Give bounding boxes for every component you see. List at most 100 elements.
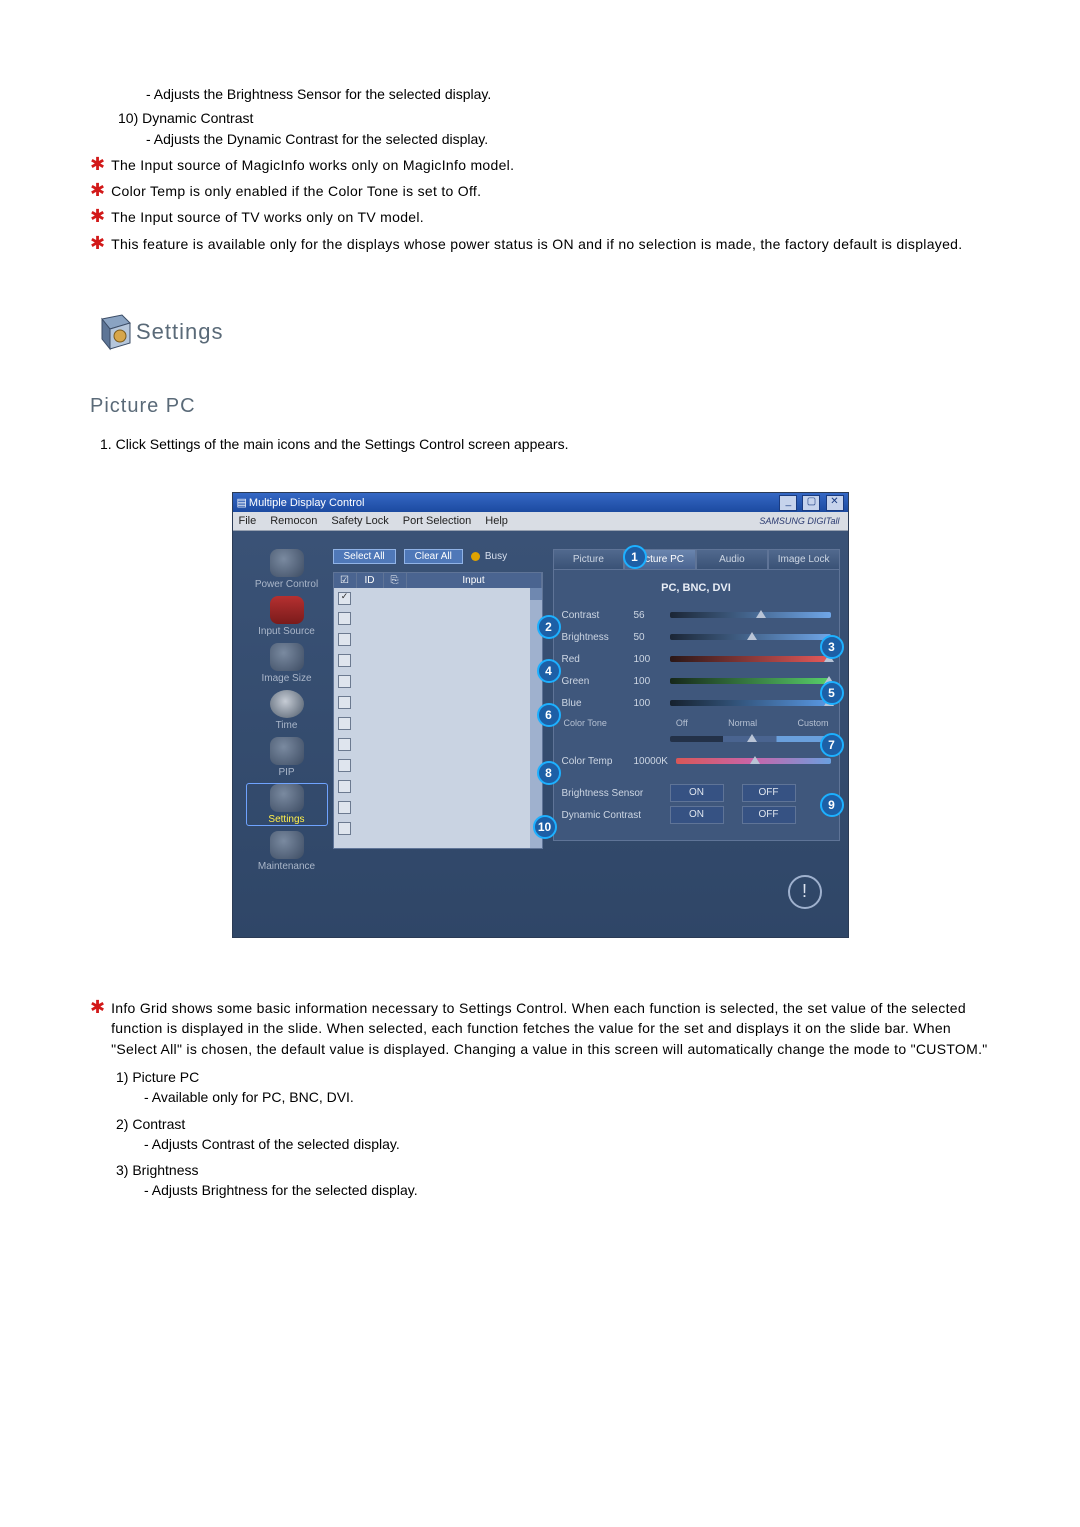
col-input: Input [407, 573, 542, 588]
settings-section-header: Settings [90, 309, 990, 355]
menu-remocon[interactable]: Remocon [270, 515, 317, 527]
brightness-slider[interactable] [670, 634, 831, 640]
sidebar-item-pip[interactable]: PIP [247, 737, 327, 778]
checkbox[interactable] [338, 801, 351, 814]
checkbox[interactable] [338, 717, 351, 730]
checkbox[interactable] [338, 780, 351, 793]
right-pane: Picture Picture PC Audio Image Lock PC, … [543, 549, 840, 919]
brightness-sensor-on[interactable]: ON [670, 784, 724, 802]
callout-8: 8 [537, 761, 561, 785]
app-icon: ▤ [237, 496, 247, 509]
contrast-slider[interactable] [670, 612, 831, 618]
picture-pc-title: Picture PC [90, 395, 990, 418]
maximize-button[interactable]: ▢ [802, 495, 820, 511]
lower-list: 1) Picture PC - Available only for PC, B… [90, 1067, 990, 1201]
picture-pc-panel: PC, BNC, DVI Contrast 56 Brightness 50 R… [553, 569, 840, 841]
clear-all-button[interactable]: Clear All [404, 549, 463, 564]
dynamic-contrast-on[interactable]: ON [670, 806, 724, 824]
settings-cube-icon [90, 309, 136, 355]
info-grid-note: ✱ Info Grid shows some basic information… [90, 998, 990, 1059]
table-row[interactable] [334, 609, 542, 630]
table-row[interactable] [334, 714, 542, 735]
busy-indicator: Busy [471, 551, 507, 562]
red-slider[interactable] [670, 656, 831, 662]
tab-picture[interactable]: Picture [553, 549, 625, 569]
tab-image-lock[interactable]: Image Lock [768, 549, 840, 569]
select-all-button[interactable]: Select All [333, 549, 396, 564]
table-row[interactable] [334, 588, 542, 609]
table-row[interactable] [334, 630, 542, 651]
sidebar-item-maintenance[interactable]: Maintenance [247, 831, 327, 872]
table-row[interactable] [334, 756, 542, 777]
window-buttons: _ ▢ ✕ [777, 495, 843, 511]
table-row[interactable] [334, 798, 542, 819]
panel-header: PC, BNC, DVI [562, 582, 831, 594]
menu-port-selection[interactable]: Port Selection [403, 515, 471, 527]
table-row[interactable] [334, 819, 542, 840]
lower-item-1: 1) Picture PC - Available only for PC, B… [116, 1067, 990, 1108]
sidebar-item-settings[interactable]: Settings [247, 784, 327, 825]
window-title: Multiple Display Control [247, 497, 777, 509]
document-page: - Adjusts the Brightness Sensor for the … [0, 0, 1080, 1267]
checkbox[interactable] [338, 612, 351, 625]
star-icon: ✱ [90, 998, 105, 1016]
star-icon: ✱ [90, 181, 105, 199]
settings-title: Settings [136, 319, 224, 345]
dynamic-contrast-off[interactable]: OFF [742, 806, 796, 824]
row-brightness-sensor: Brightness Sensor ON OFF [562, 782, 831, 804]
table-row[interactable] [334, 672, 542, 693]
sidebar-item-input[interactable]: Input Source [247, 596, 327, 637]
image-size-icon [270, 643, 304, 671]
checkbox[interactable] [338, 696, 351, 709]
power-icon [270, 549, 304, 577]
table-row[interactable] [334, 735, 542, 756]
grid-toolbar: Select All Clear All Busy [333, 549, 543, 564]
blue-slider[interactable] [670, 700, 831, 706]
table-row[interactable] [334, 693, 542, 714]
star-icon: ✱ [90, 207, 105, 225]
col-check: ☑ [334, 573, 357, 588]
checkbox[interactable] [338, 633, 351, 646]
table-row[interactable] [334, 651, 542, 672]
sidebar-item-power[interactable]: Power Control [247, 549, 327, 590]
note-tv: ✱The Input source of TV works only on TV… [90, 207, 990, 227]
callout-10: 10 [533, 815, 557, 839]
checkbox[interactable] [338, 738, 351, 751]
checkbox[interactable] [338, 592, 351, 605]
top-list: - Adjusts the Brightness Sensor for the … [90, 84, 990, 149]
green-slider[interactable] [670, 678, 831, 684]
table-row[interactable] [334, 777, 542, 798]
row-red: Red 100 [562, 648, 831, 670]
color-temp-slider[interactable] [676, 758, 831, 764]
menu-safety-lock[interactable]: Safety Lock [331, 515, 388, 527]
input-icon [270, 596, 304, 624]
brightness-sensor-off[interactable]: OFF [742, 784, 796, 802]
row-color-temp: Color Temp 10000K [562, 750, 831, 772]
row-color-tone: Color Tone Off Normal Custom [562, 718, 831, 750]
checkbox[interactable] [338, 675, 351, 688]
row-green: Green 100 [562, 670, 831, 692]
item-10-num: 10) [118, 108, 138, 128]
checkbox[interactable] [338, 654, 351, 667]
brand-label: SAMSUNG DIGITall [759, 516, 839, 526]
window-titlebar[interactable]: ▤ Multiple Display Control _ ▢ ✕ [233, 493, 848, 512]
row-contrast: Contrast 56 [562, 604, 831, 626]
window-body: Power Control Input Source Image Size Ti… [233, 531, 848, 937]
minimize-button[interactable]: _ [779, 495, 797, 511]
sidebar-item-size[interactable]: Image Size [247, 643, 327, 684]
tab-audio[interactable]: Audio [696, 549, 768, 569]
menu-file[interactable]: File [239, 515, 257, 527]
sidebar-item-time[interactable]: Time [247, 690, 327, 731]
menu-help[interactable]: Help [485, 515, 508, 527]
checkbox[interactable] [338, 822, 351, 835]
close-button[interactable]: ✕ [826, 495, 844, 511]
color-tone-slider[interactable] [670, 736, 831, 742]
star-icon: ✱ [90, 234, 105, 252]
row-blue: Blue 100 [562, 692, 831, 714]
sidebar: Power Control Input Source Image Size Ti… [241, 549, 333, 919]
warning-icon: ! [788, 875, 822, 909]
mdc-window: ▤ Multiple Display Control _ ▢ ✕ File Re… [232, 492, 849, 938]
grid-body[interactable] [334, 588, 542, 848]
note-power-on: ✱This feature is available only for the … [90, 234, 990, 254]
checkbox[interactable] [338, 759, 351, 772]
